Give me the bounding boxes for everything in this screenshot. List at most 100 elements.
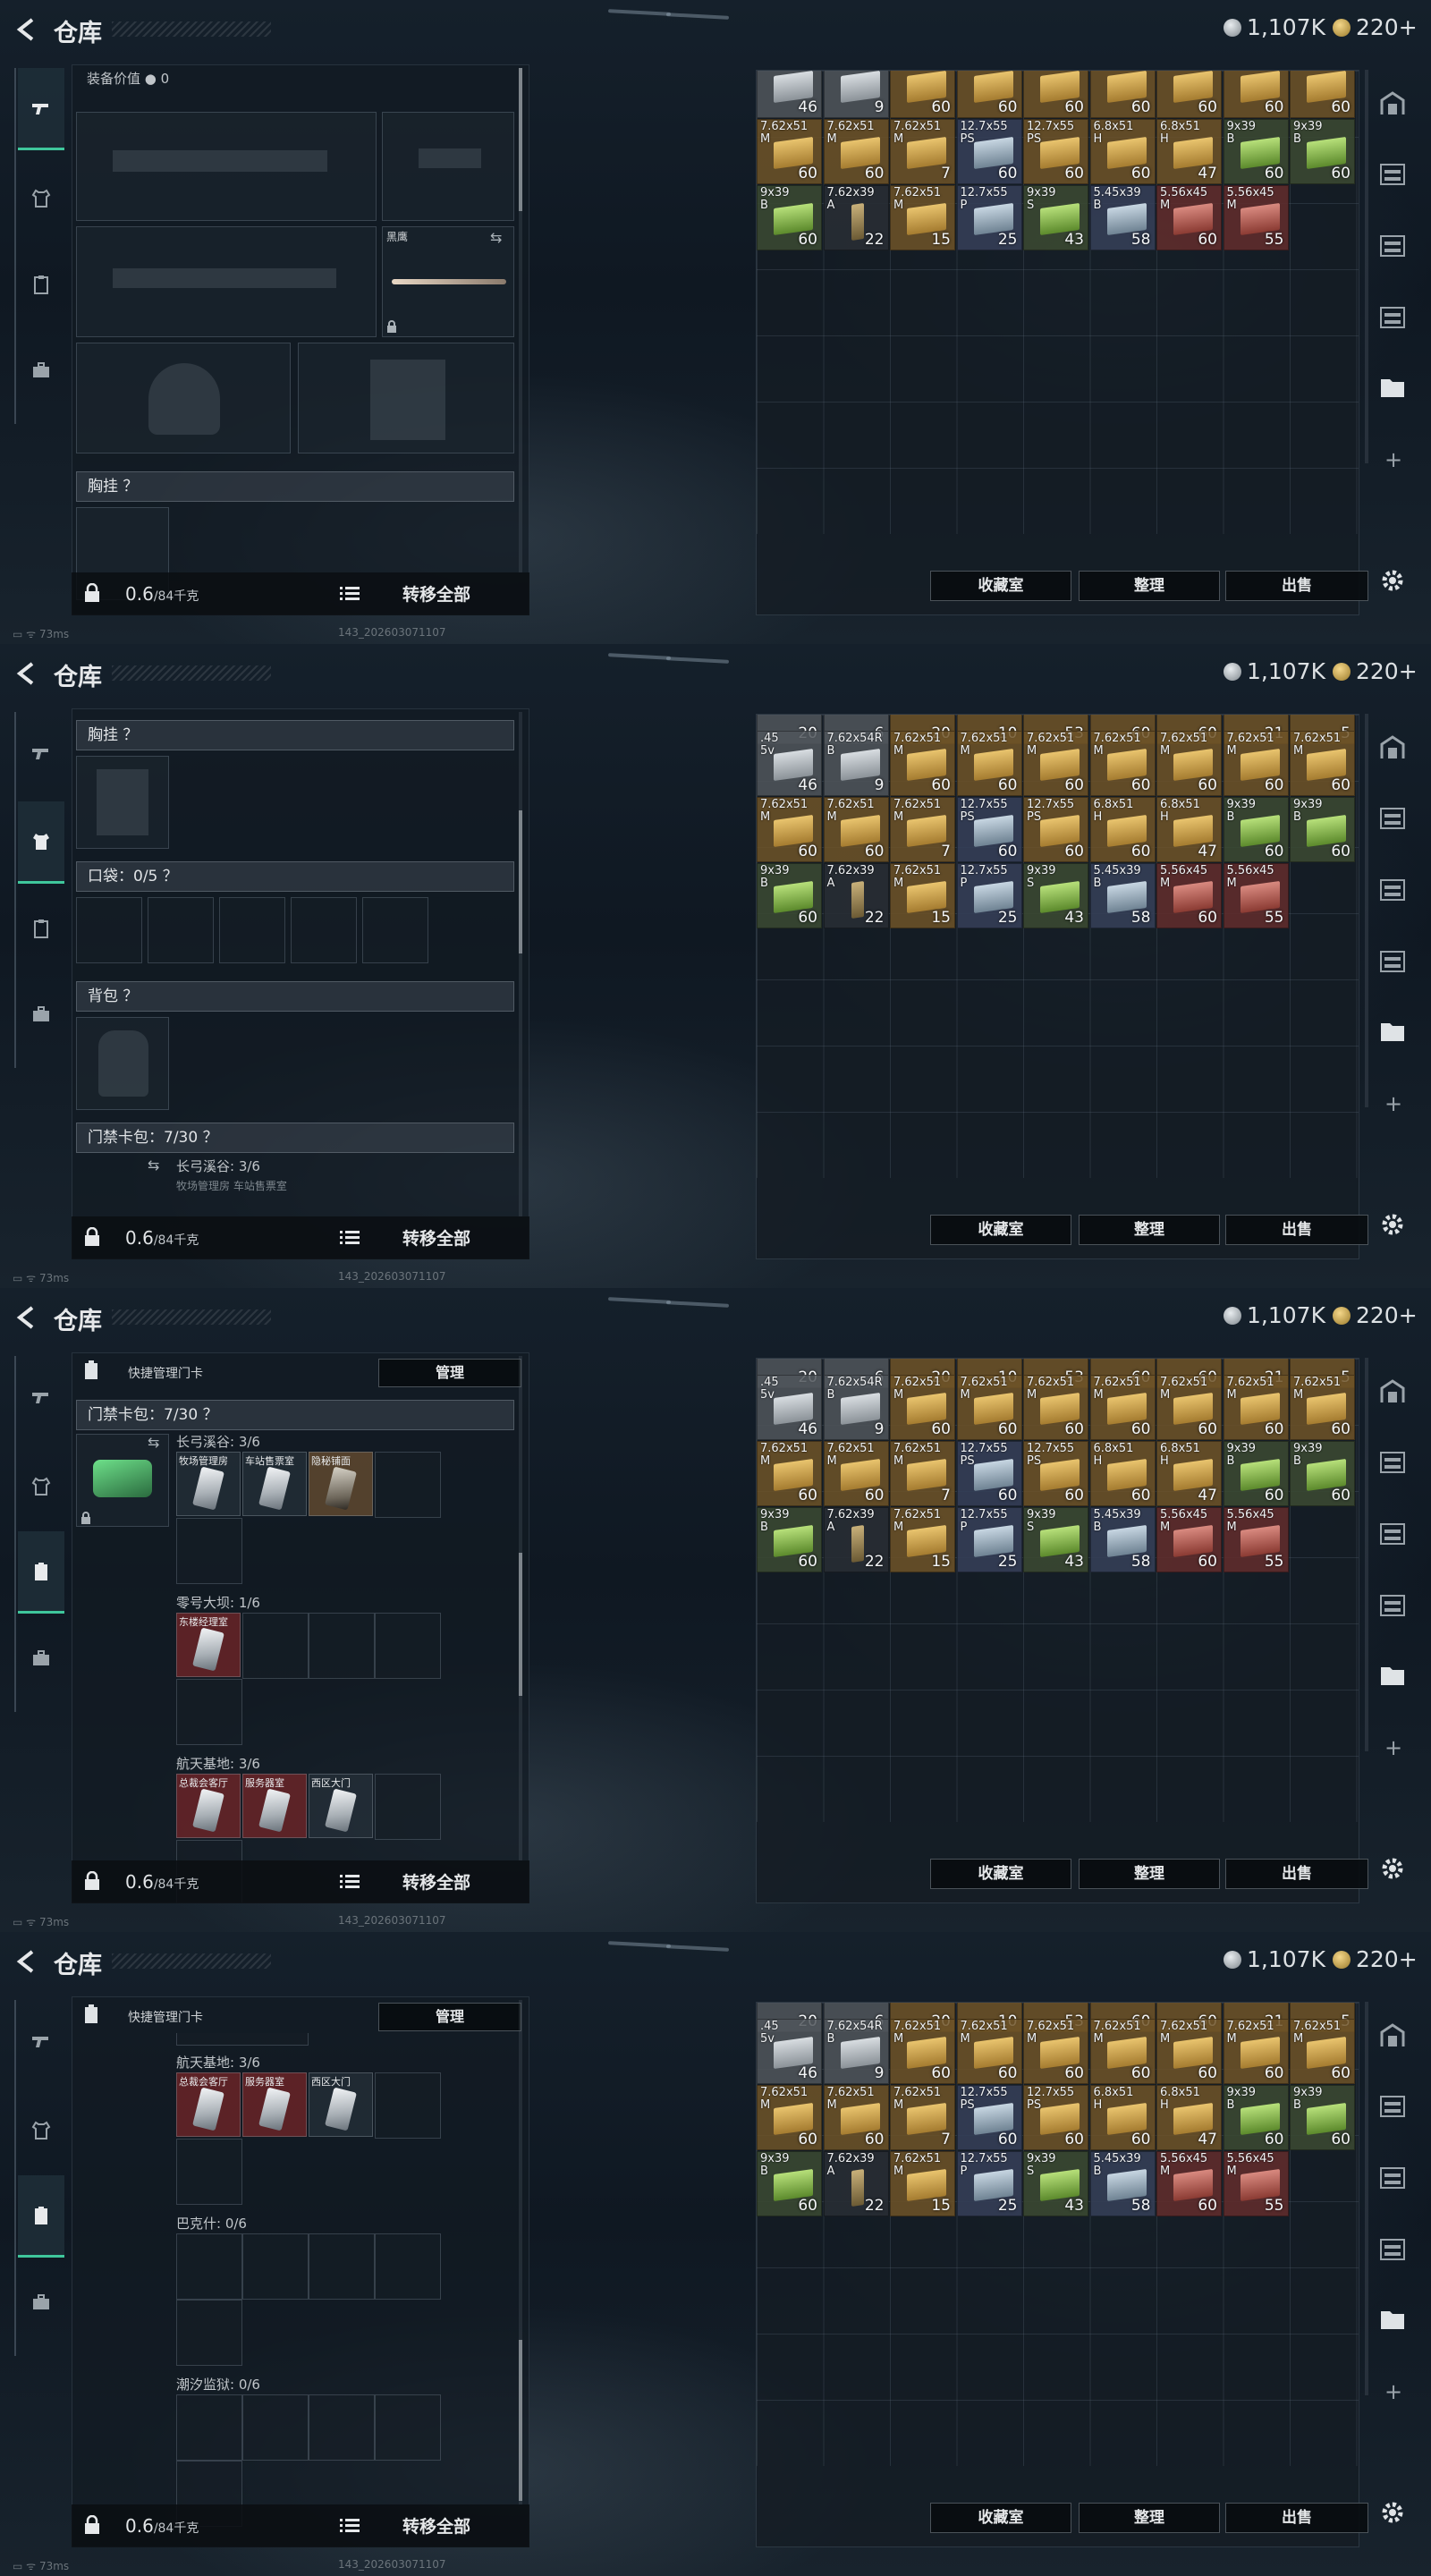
melee-slot[interactable]: 黑鹰 ⇆ bbox=[382, 226, 514, 337]
rail-weapons[interactable] bbox=[18, 2000, 64, 2082]
ammo-item[interactable]: 7.62x51 M 60 bbox=[1223, 731, 1289, 796]
ammo-item[interactable]: 5.56x45 M 60 bbox=[1156, 1507, 1222, 1572]
keycard-slot[interactable] bbox=[375, 1613, 441, 1679]
gear-icon[interactable] bbox=[1379, 2499, 1406, 2526]
shelf-icon[interactable] bbox=[1377, 1519, 1408, 1549]
scrollbar-thumb[interactable] bbox=[519, 2340, 522, 2501]
keycard-slot[interactable] bbox=[309, 2394, 375, 2461]
keycard-slot[interactable] bbox=[176, 1679, 242, 1745]
lock-icon[interactable] bbox=[84, 1871, 100, 1891]
ammo-item[interactable]: 60 bbox=[1023, 71, 1088, 118]
ammo-item[interactable]: 60 bbox=[1089, 71, 1156, 118]
ammo-item[interactable]: 7.62x51 M 60 bbox=[1290, 1375, 1355, 1440]
transfer-all-button[interactable]: 转移全部 bbox=[402, 2513, 470, 2538]
ammo-item[interactable]: 60 bbox=[1156, 71, 1222, 118]
ammo-item[interactable]: 7.62x51 M 7 bbox=[890, 1441, 955, 1506]
folder-icon[interactable] bbox=[1377, 372, 1408, 402]
lock-icon[interactable] bbox=[84, 1227, 100, 1247]
gear-icon[interactable] bbox=[1379, 1211, 1406, 1238]
ammo-item[interactable]: 12.7x55 PS 60 bbox=[1023, 2085, 1088, 2150]
swap-icon[interactable]: ⇆ bbox=[148, 1434, 159, 1451]
rail-armor[interactable] bbox=[18, 1445, 64, 1528]
ammo-item[interactable]: 7.62x51 M 60 bbox=[1156, 2019, 1222, 2084]
ammo-item[interactable]: 9x39 B 60 bbox=[757, 2151, 822, 2216]
rail-bags[interactable] bbox=[18, 973, 64, 1055]
rail-bags[interactable] bbox=[18, 2261, 64, 2343]
keycard-slot[interactable] bbox=[375, 2394, 441, 2461]
ammo-item[interactable]: 12.7x55 P 25 bbox=[956, 863, 1022, 928]
ammo-item[interactable]: 6.8x51 H 60 bbox=[1089, 2085, 1156, 2150]
ammo-item[interactable]: 12.7x55 P 25 bbox=[956, 1507, 1022, 1572]
swap-icon[interactable]: ⇆ bbox=[490, 229, 502, 246]
plus-icon[interactable]: + bbox=[1384, 447, 1402, 472]
ammo-item[interactable]: 5.45x39 B 58 bbox=[1089, 1507, 1156, 1572]
ammo-item[interactable]: 9x39 B 60 bbox=[1290, 1441, 1355, 1506]
chest-rig-header[interactable]: 胸挂 ？ bbox=[76, 471, 514, 502]
keycard-slot[interactable] bbox=[242, 2394, 309, 2461]
keycard-slot[interactable] bbox=[176, 1518, 242, 1584]
ammo-item[interactable]: 7.62x51 M 7 bbox=[890, 2085, 955, 2150]
ammo-item[interactable]: 6.8x51 H 60 bbox=[1089, 1441, 1156, 1506]
swap-icon[interactable]: ⇆ bbox=[148, 1157, 159, 1174]
ammo-item[interactable]: 6.8x51 H 60 bbox=[1089, 797, 1156, 862]
keycard-slot[interactable] bbox=[309, 1613, 375, 1679]
loadout-scrollbar[interactable] bbox=[519, 68, 522, 572]
rail-keycards[interactable] bbox=[18, 2175, 64, 2258]
shelf-icon[interactable] bbox=[1377, 946, 1408, 977]
gear-icon[interactable] bbox=[1379, 567, 1406, 594]
ammo-item[interactable]: 60 bbox=[890, 71, 955, 118]
shelf-icon[interactable] bbox=[1377, 2163, 1408, 2193]
map-icon[interactable] bbox=[1377, 2021, 1408, 2052]
loadout-scrollbar[interactable] bbox=[519, 712, 522, 1216]
ammo-item[interactable]: 9x39 B 60 bbox=[1290, 2085, 1355, 2150]
ammo-item[interactable]: 7.62x51 M 60 bbox=[956, 1375, 1022, 1440]
ammo-item[interactable]: 7.62x51 M 60 bbox=[1089, 1375, 1156, 1440]
stash-scrollbar[interactable] bbox=[1365, 1358, 1368, 1751]
pistol-slot[interactable] bbox=[382, 112, 514, 221]
rail-armor[interactable] bbox=[18, 157, 64, 240]
collection-button[interactable]: 收藏室 bbox=[930, 1859, 1071, 1889]
ammo-item[interactable]: 9 bbox=[823, 71, 889, 118]
ammo-item[interactable]: 12.7x55 P 25 bbox=[956, 2151, 1022, 2216]
ammo-item[interactable]: 7.62x51 M 60 bbox=[1290, 731, 1355, 796]
organize-button[interactable]: 整理 bbox=[1079, 1215, 1220, 1245]
keycard-slot[interactable] bbox=[176, 2394, 242, 2461]
keycard-item[interactable]: 总裁会客厅 bbox=[176, 2072, 241, 2137]
pockets-header[interactable]: 口袋：0/5 ？ bbox=[76, 861, 514, 892]
scrollbar-thumb[interactable] bbox=[519, 1553, 522, 1696]
chest-rig-header[interactable]: 胸挂 ？ bbox=[76, 720, 514, 750]
ammo-item[interactable]: 7.62x51 M 60 bbox=[890, 731, 955, 796]
backpack-slot[interactable] bbox=[76, 1017, 169, 1110]
collection-button[interactable]: 收藏室 bbox=[930, 2503, 1071, 2533]
ammo-item[interactable]: 7.62x51 M 15 bbox=[890, 2151, 955, 2216]
ammo-item[interactable]: 6.8x51 H 47 bbox=[1156, 1441, 1222, 1506]
ammo-item[interactable]: 60 bbox=[1290, 71, 1355, 118]
gold-currency[interactable]: 220+ bbox=[1333, 1302, 1418, 1328]
collection-button[interactable]: 收藏室 bbox=[930, 571, 1071, 601]
keycard-slot[interactable] bbox=[176, 2233, 242, 2300]
ammo-item[interactable]: 7.62x51 M 60 bbox=[823, 1441, 889, 1506]
ammo-item[interactable]: 7.62x51 M 60 bbox=[1223, 1375, 1289, 1440]
ammo-item[interactable]: 7.62x51 M 60 bbox=[1023, 731, 1088, 796]
ammo-item[interactable]: 5.56x45 M 55 bbox=[1223, 185, 1289, 250]
ammo-item[interactable]: 12.7x55 PS 60 bbox=[956, 797, 1022, 862]
organize-button[interactable]: 整理 bbox=[1079, 571, 1220, 601]
keycard-slot[interactable] bbox=[176, 2300, 242, 2366]
ammo-item[interactable]: 9x39 S 43 bbox=[1023, 1507, 1088, 1572]
rail-keycards[interactable] bbox=[18, 1531, 64, 1614]
rail-weapons[interactable] bbox=[18, 712, 64, 794]
rail-keycards[interactable] bbox=[18, 243, 64, 326]
ammo-item[interactable]: 7.62x51 M 15 bbox=[890, 185, 955, 250]
pocket-slot[interactable] bbox=[362, 897, 428, 963]
shelf-icon[interactable] bbox=[1377, 1590, 1408, 1621]
stash-scrollbar[interactable] bbox=[1365, 70, 1368, 463]
ammo-item[interactable]: 12.7x55 PS 60 bbox=[1023, 119, 1088, 184]
manage-button[interactable]: 管理 bbox=[378, 1359, 521, 1387]
rail-bags[interactable] bbox=[18, 329, 64, 411]
map-icon[interactable] bbox=[1377, 733, 1408, 764]
ammo-item[interactable]: 5.56x45 M 55 bbox=[1223, 863, 1289, 928]
keycard-item[interactable]: 隐秘铺面 bbox=[309, 1452, 373, 1516]
ammo-item[interactable]: 5.56x45 M 60 bbox=[1156, 863, 1222, 928]
ammo-item[interactable]: 9x39 S 43 bbox=[1023, 185, 1088, 250]
ammo-item[interactable]: 7.62x51 M 60 bbox=[757, 1441, 822, 1506]
